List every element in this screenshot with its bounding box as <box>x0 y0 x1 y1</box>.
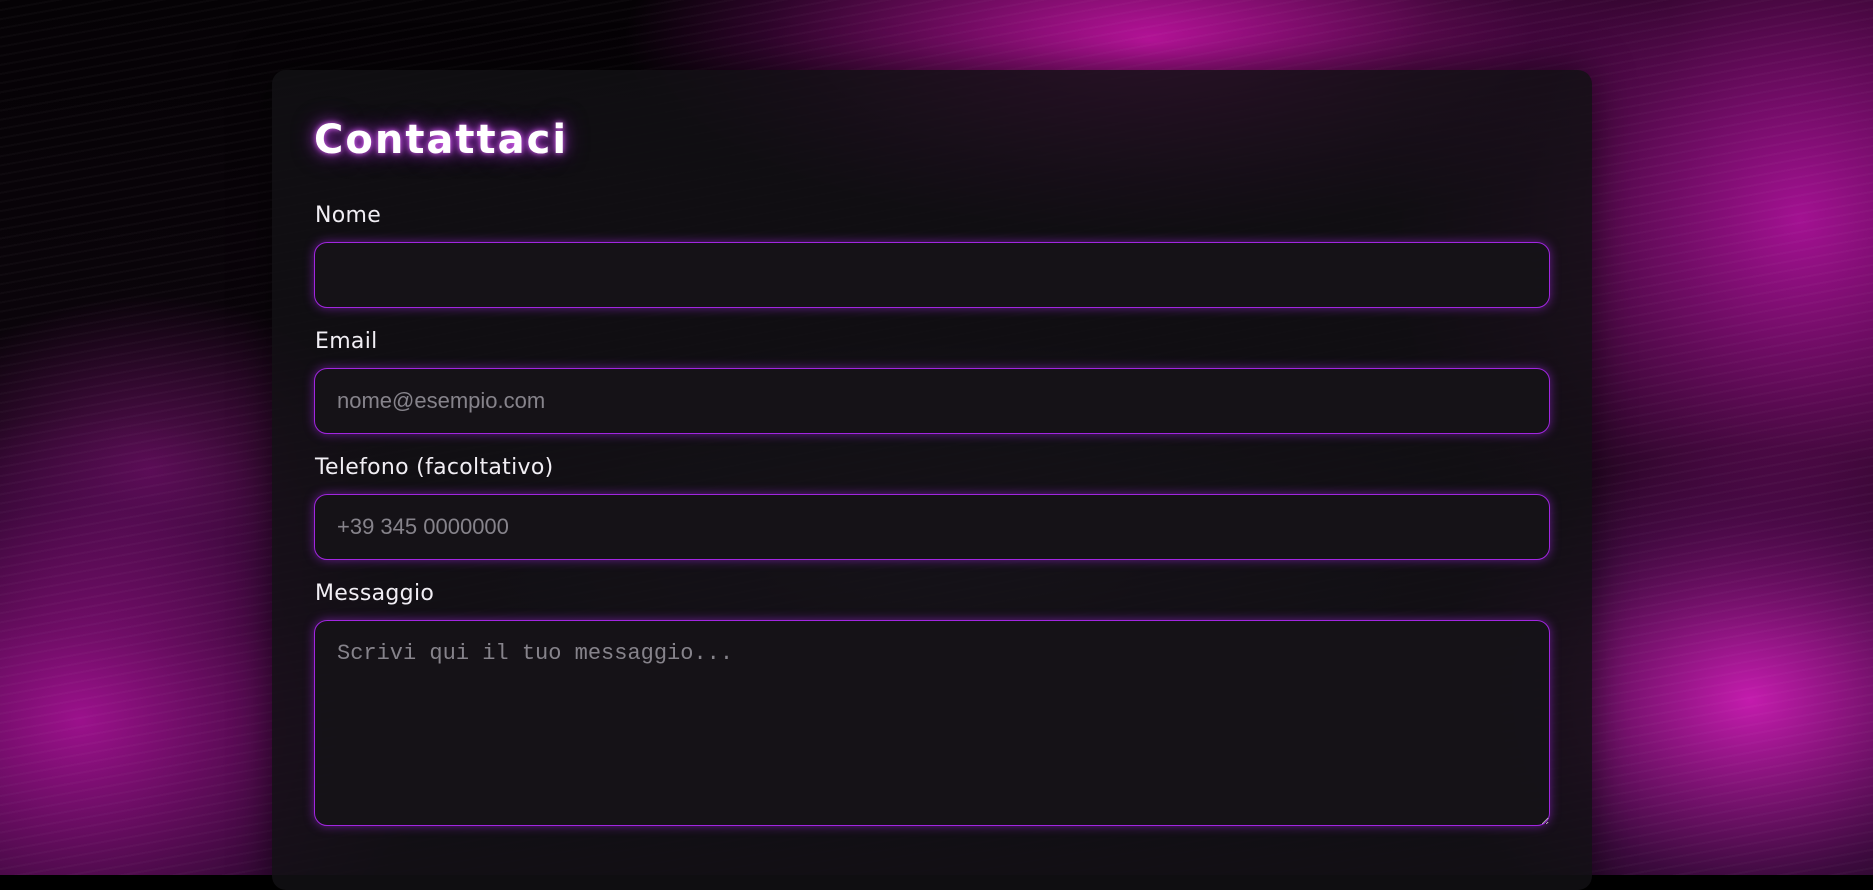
phone-label: Telefono (facoltativo) <box>315 455 554 480</box>
name-field[interactable] <box>314 242 1550 308</box>
email-field[interactable] <box>314 368 1550 434</box>
phone-field[interactable] <box>314 494 1550 560</box>
contact-card: Contattaci Nome Email Telefono (facoltat… <box>272 70 1592 890</box>
message-field[interactable] <box>314 620 1550 826</box>
name-label: Nome <box>315 203 382 228</box>
message-label: Messaggio <box>315 581 435 606</box>
page-title: Contattaci <box>314 117 569 163</box>
email-label: Email <box>315 329 378 354</box>
